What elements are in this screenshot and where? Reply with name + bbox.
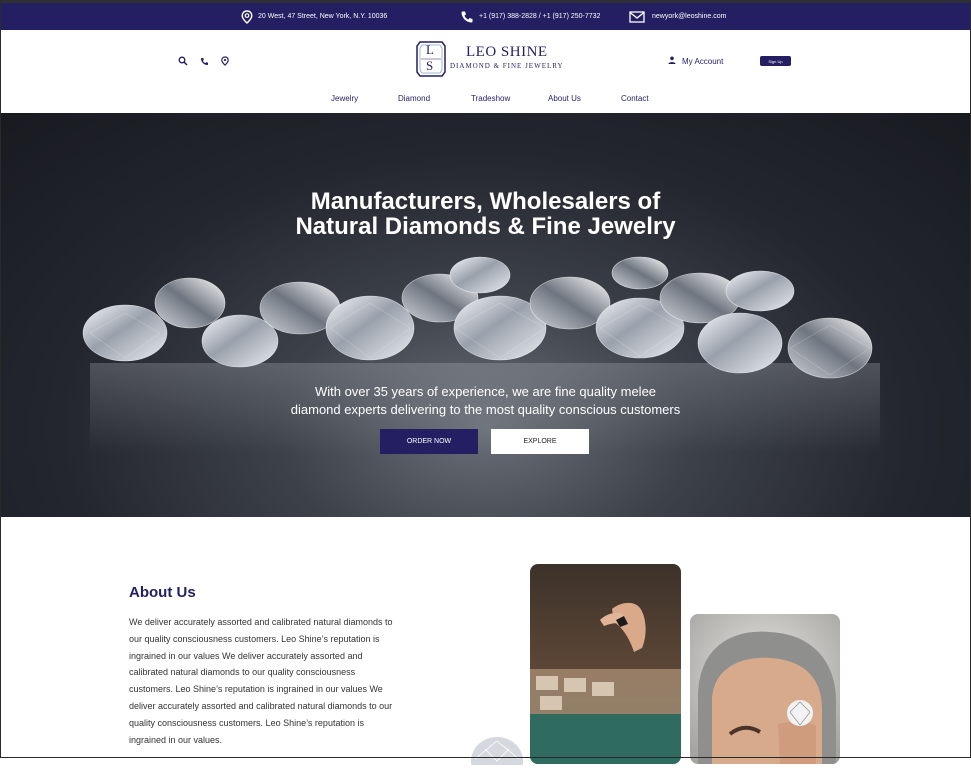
hero-title-line-2: Natural Diamonds & Fine Jewelry xyxy=(295,213,676,240)
hero-subtitle: With over 35 years of experience, we are… xyxy=(0,383,971,419)
phone-item[interactable]: +1 (917) 388-2828 / +1 (917) 250-7732 xyxy=(460,3,600,30)
location-icon[interactable] xyxy=(221,56,229,66)
logo-name: LEO SHINE xyxy=(466,44,548,60)
top-info-bar: 20 West, 47 Street, New York, N.Y. 10036… xyxy=(0,3,971,30)
explore-button[interactable]: EXPLORE xyxy=(491,429,589,454)
nav-item-jewelry[interactable]: Jewelry xyxy=(331,94,358,103)
logo-monogram-icon: L S xyxy=(416,40,446,77)
my-account-label: My Account xyxy=(682,56,724,66)
search-icon[interactable] xyxy=(178,56,188,66)
jeweler-hands-photo xyxy=(530,564,681,764)
phone-icon xyxy=(460,10,474,24)
diamonds-image xyxy=(82,256,880,453)
hero-title: Manufacturers, Wholesalers of Natural Di… xyxy=(0,189,971,239)
logo-initial-s: S xyxy=(426,58,434,73)
sign-up-button[interactable]: Sign Up xyxy=(760,56,791,66)
nav-item-contact[interactable]: Contact xyxy=(621,94,649,103)
order-now-button[interactable]: ORDER NOW xyxy=(380,429,478,454)
hero-subtitle-line-1: With over 35 years of experience, we are… xyxy=(314,384,657,399)
nav-item-about-us[interactable]: About Us xyxy=(548,94,581,103)
main-nav: Jewelry Diamond Tradeshow About Us Conta… xyxy=(0,94,971,106)
logo-tagline: DIAMOND & FINE JEWELRY xyxy=(450,62,564,70)
my-account-link[interactable]: My Account xyxy=(668,56,723,66)
nav-item-tradeshow[interactable]: Tradeshow xyxy=(471,94,510,103)
man-holding-diamond-photo xyxy=(690,614,840,764)
header-quick-icons xyxy=(178,56,229,66)
phone-text: +1 (917) 388-2828 / +1 (917) 250-7732 xyxy=(479,13,601,20)
location-pin-icon xyxy=(241,9,253,24)
logo-wordmark: LEO SHINE DIAMOND & FINE JEWELRY xyxy=(450,44,564,70)
address-item[interactable]: 20 West, 47 Street, New York, N.Y. 10036 xyxy=(241,3,387,30)
mail-icon xyxy=(629,10,645,23)
hero-banner: Manufacturers, Wholesalers of Natural Di… xyxy=(0,113,971,517)
about-title: About Us xyxy=(129,584,196,601)
email-item[interactable]: newyork@leoshine.com xyxy=(629,3,726,30)
brand-logo[interactable]: L S LEO SHINE DIAMOND & FINE JEWELRY xyxy=(416,40,564,77)
logo-initial-l: L xyxy=(426,42,434,57)
user-icon xyxy=(668,56,676,66)
address-text: 20 West, 47 Street, New York, N.Y. 10036 xyxy=(258,13,388,20)
phone-icon[interactable] xyxy=(200,57,209,66)
diamond-decoration-image xyxy=(470,735,524,770)
hero-title-line-1: Manufacturers, Wholesalers of xyxy=(310,188,661,215)
nav-item-diamond[interactable]: Diamond xyxy=(398,94,430,103)
hero-subtitle-line-2: diamond experts delivering to the most q… xyxy=(290,402,681,417)
about-body: We deliver accurately assorted and calib… xyxy=(129,617,393,745)
email-text: newyork@leoshine.com xyxy=(652,13,727,20)
site-header: L S LEO SHINE DIAMOND & FINE JEWELRY My … xyxy=(0,30,971,114)
